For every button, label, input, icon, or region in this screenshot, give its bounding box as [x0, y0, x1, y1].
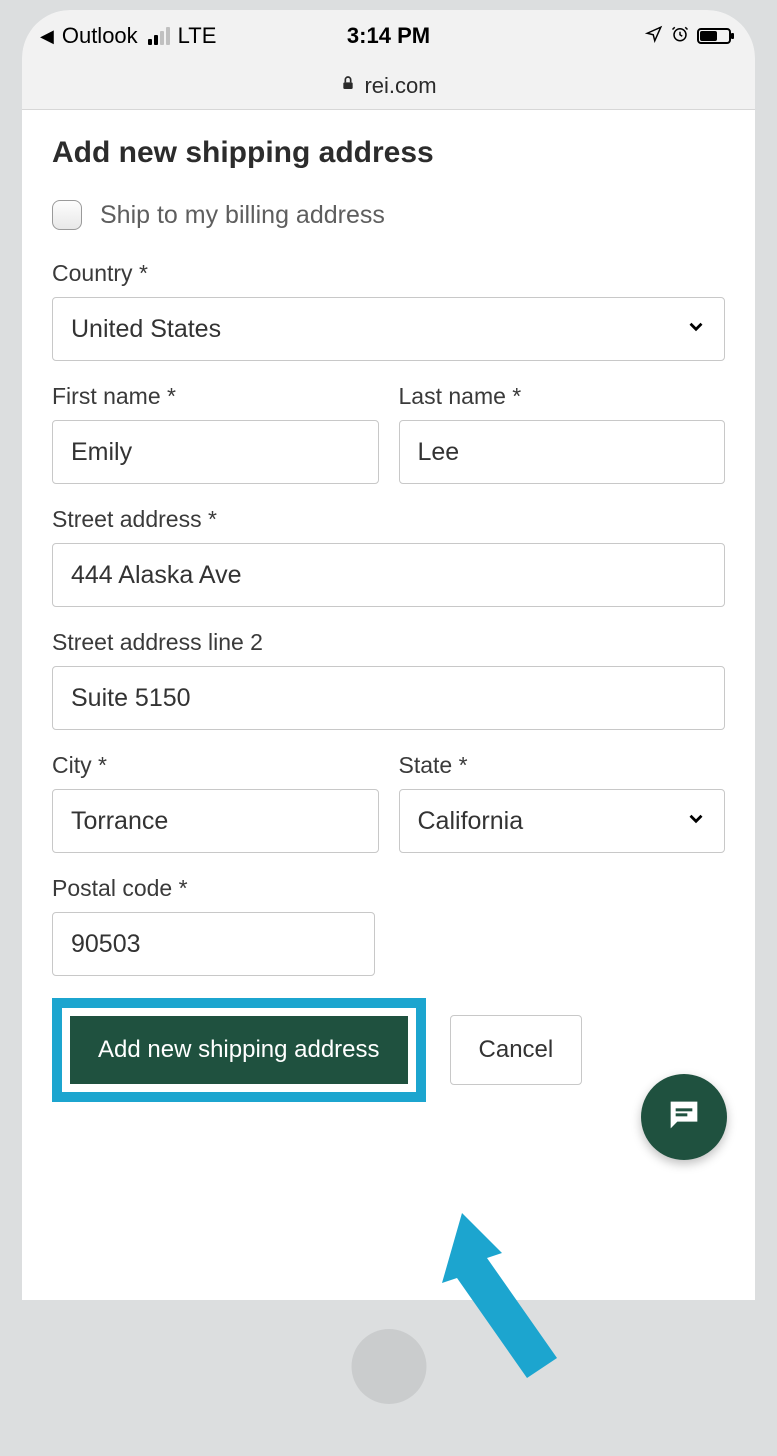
chat-button[interactable]: [641, 1074, 727, 1160]
lock-icon: [340, 74, 356, 97]
highlight-annotation: Add new shipping address: [52, 998, 426, 1102]
ship-to-billing-row[interactable]: Ship to my billing address: [52, 200, 725, 230]
location-icon: [645, 25, 663, 48]
back-app-label[interactable]: Outlook: [62, 23, 138, 49]
state-label: State *: [399, 752, 726, 779]
page-content: Add new shipping address Ship to my bill…: [22, 110, 755, 1300]
url-domain: rei.com: [364, 73, 436, 99]
ship-to-billing-checkbox[interactable]: [52, 200, 82, 230]
first-name-input[interactable]: [52, 420, 379, 484]
street-address-2-label: Street address line 2: [52, 629, 725, 656]
city-input[interactable]: [52, 789, 379, 853]
state-field: State *: [399, 752, 726, 853]
status-bar-left: ◀ Outlook LTE: [40, 23, 216, 49]
status-bar-right: [645, 25, 731, 48]
clock: 3:14 PM: [347, 23, 430, 49]
network-label: LTE: [178, 23, 217, 49]
ship-to-billing-label: Ship to my billing address: [100, 201, 385, 230]
street-address-2-field: Street address line 2: [52, 629, 725, 730]
postal-code-field: Postal code *: [52, 875, 375, 976]
battery-icon: [697, 28, 731, 44]
first-name-field: First name *: [52, 383, 379, 484]
add-shipping-address-button[interactable]: Add new shipping address: [70, 1016, 408, 1084]
last-name-label: Last name *: [399, 383, 726, 410]
city-label: City *: [52, 752, 379, 779]
status-bar: ◀ Outlook LTE 3:14 PM: [22, 10, 755, 62]
first-name-label: First name *: [52, 383, 379, 410]
street-address-field: Street address *: [52, 506, 725, 607]
chat-icon: [664, 1095, 704, 1140]
city-field: City *: [52, 752, 379, 853]
cancel-button[interactable]: Cancel: [450, 1015, 583, 1085]
button-row: Add new shipping address Cancel: [52, 998, 725, 1102]
postal-code-label: Postal code *: [52, 875, 375, 902]
country-field: Country *: [52, 260, 725, 361]
page-title: Add new shipping address: [52, 136, 725, 170]
last-name-input[interactable]: [399, 420, 726, 484]
last-name-field: Last name *: [399, 383, 726, 484]
device-frame: ◀ Outlook LTE 3:14 PM rei.com Add new sh…: [22, 10, 755, 1428]
state-select[interactable]: [399, 789, 726, 853]
country-label: Country *: [52, 260, 725, 287]
street-address-label: Street address *: [52, 506, 725, 533]
postal-code-input[interactable]: [52, 912, 375, 976]
back-caret-icon[interactable]: ◀: [40, 26, 54, 47]
browser-url-bar[interactable]: rei.com: [22, 62, 755, 110]
street-address-input[interactable]: [52, 543, 725, 607]
alarm-icon: [671, 25, 689, 48]
signal-icon: [148, 27, 170, 45]
street-address-2-input[interactable]: [52, 666, 725, 730]
home-indicator[interactable]: [351, 1329, 426, 1404]
country-select[interactable]: [52, 297, 725, 361]
